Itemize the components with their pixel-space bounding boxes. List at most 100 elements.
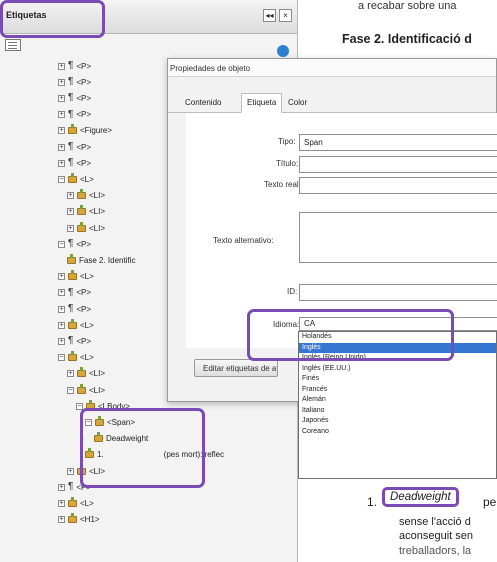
- highlight-idioma-field: [247, 309, 454, 361]
- tree-node[interactable]: − <L>: [58, 171, 94, 187]
- tree-node[interactable]: − <L>: [58, 350, 94, 366]
- language-option[interactable]: Japonés: [299, 416, 496, 427]
- expand-icon[interactable]: +: [58, 94, 65, 102]
- language-option[interactable]: Coreano: [299, 427, 496, 438]
- tab-etiqueta[interactable]: Etiqueta: [241, 93, 283, 113]
- highlighted-term: Deadweight: [382, 487, 459, 507]
- tree-node-label: <H1>: [80, 515, 100, 525]
- expand-icon[interactable]: +: [58, 62, 65, 70]
- titulo-input[interactable]: [299, 156, 497, 173]
- tag-icon: [77, 383, 86, 394]
- tree-node[interactable]: + <LI>: [67, 366, 105, 382]
- options-menu-icon[interactable]: [5, 39, 21, 51]
- tree-node[interactable]: + ¶ <P>: [58, 301, 91, 317]
- edit-attribute-tags-button[interactable]: Editar etiquetas de atributo...: [194, 359, 278, 377]
- paragraph-icon: ¶: [68, 92, 74, 104]
- expand-icon[interactable]: +: [67, 208, 74, 216]
- expand-icon[interactable]: +: [67, 224, 74, 232]
- expand-icon[interactable]: +: [58, 337, 65, 345]
- expand-icon[interactable]: +: [58, 321, 65, 329]
- tree-node[interactable]: + ¶ <P>: [58, 58, 91, 74]
- expand-icon[interactable]: +: [58, 516, 65, 524]
- tree-node[interactable]: − ¶ <P>: [58, 236, 91, 252]
- collapse-icon[interactable]: −: [58, 354, 65, 362]
- tree-node-label: <LI>: [89, 223, 106, 233]
- document-text-line: sense l'acció d: [399, 516, 471, 528]
- tag-icon: [77, 205, 86, 216]
- language-option[interactable]: Italiano: [299, 406, 496, 417]
- close-panel-button[interactable]: ×: [279, 9, 292, 22]
- tree-node[interactable]: + ¶ <P>: [58, 90, 91, 106]
- language-option[interactable]: Finés: [299, 374, 496, 385]
- tipo-select[interactable]: Span: [299, 134, 497, 151]
- tree-node-label: <P>: [76, 336, 92, 346]
- tree-node[interactable]: Fase 2. Identific: [67, 252, 135, 268]
- expand-icon[interactable]: +: [58, 111, 65, 119]
- tree-node-label: <P>: [76, 93, 92, 103]
- tag-icon: [68, 513, 77, 524]
- tree-node-label: <LI>: [89, 191, 106, 201]
- tree-node-label: <L>: [80, 353, 94, 363]
- tree-node[interactable]: + ¶ <P>: [58, 333, 91, 349]
- info-icon[interactable]: [277, 45, 289, 57]
- expand-icon[interactable]: +: [67, 192, 74, 200]
- tab-contenido[interactable]: Contenido: [180, 94, 226, 113]
- language-option[interactable]: Inglés (EE.UU.): [299, 364, 496, 375]
- collapse-icon[interactable]: −: [58, 240, 65, 248]
- tree-node[interactable]: + <L>: [58, 317, 94, 333]
- tag-icon: [68, 270, 77, 281]
- tab-color[interactable]: Color: [283, 94, 312, 113]
- document-text-line: pe: [483, 495, 497, 509]
- tree-node[interactable]: + ¶ <P>: [58, 155, 91, 171]
- tree-node[interactable]: + ¶ <P>: [58, 285, 91, 301]
- tag-icon: [77, 221, 86, 232]
- texto-alternativo-input[interactable]: [299, 212, 497, 263]
- expand-icon[interactable]: +: [58, 305, 65, 313]
- tabs-row: Contenido Etiqueta Color: [168, 87, 496, 113]
- texto-real-input[interactable]: [299, 177, 497, 194]
- tree-node[interactable]: + <Figure>: [58, 123, 112, 139]
- tree-node[interactable]: + ¶ <P>: [58, 107, 91, 123]
- tree-node-label: <P>: [76, 61, 92, 71]
- tree-node[interactable]: + <L>: [58, 269, 94, 285]
- tree-node[interactable]: + <LI>: [67, 204, 105, 220]
- collapse-icon[interactable]: −: [58, 175, 65, 183]
- document-text-line: a recabar sobre una: [358, 0, 457, 12]
- texto-real-label: Texto real:: [264, 180, 301, 189]
- expand-icon[interactable]: +: [67, 467, 74, 475]
- tree-node-label: <LI>: [89, 385, 106, 395]
- language-option[interactable]: Francés: [299, 385, 496, 396]
- tree-node-label: <L>: [80, 272, 94, 282]
- tag-icon: [67, 253, 76, 264]
- expand-icon[interactable]: +: [58, 159, 65, 167]
- tree-node[interactable]: + <LI>: [67, 220, 105, 236]
- expand-icon[interactable]: +: [67, 370, 74, 378]
- document-heading: Fase 2. Identificació d: [342, 32, 472, 46]
- tree-node-label: <L>: [80, 498, 94, 508]
- paragraph-icon: ¶: [68, 157, 74, 169]
- tree-node[interactable]: + <L>: [58, 495, 94, 511]
- tag-icon: [68, 351, 77, 362]
- dialog-titlebar[interactable]: Propiedades de objeto: [168, 59, 496, 77]
- expand-icon[interactable]: +: [58, 143, 65, 151]
- tree-node[interactable]: + ¶ <P>: [58, 74, 91, 90]
- tree-node-label: Fase 2. Identific: [79, 255, 136, 265]
- expand-icon[interactable]: +: [58, 273, 65, 281]
- collapse-panel-button[interactable]: ◂◂: [263, 9, 276, 22]
- texto-alternativo-label: Texto alternativo:: [213, 236, 274, 245]
- paragraph-icon: ¶: [68, 60, 74, 71]
- tree-node[interactable]: + <LI>: [67, 188, 105, 204]
- collapse-icon[interactable]: −: [67, 386, 74, 394]
- tree-node-label: <P>: [76, 239, 92, 249]
- id-input[interactable]: [299, 284, 497, 301]
- tree-node[interactable]: − <LI>: [67, 382, 105, 398]
- expand-icon[interactable]: +: [58, 289, 65, 297]
- tree-node[interactable]: + <H1>: [58, 512, 100, 528]
- expand-icon[interactable]: +: [58, 127, 65, 135]
- expand-icon[interactable]: +: [58, 78, 65, 86]
- language-option[interactable]: Alemán: [299, 395, 496, 406]
- tree-node-label: <P>: [76, 142, 92, 152]
- tree-node[interactable]: + ¶ <P>: [58, 139, 91, 155]
- expand-icon[interactable]: +: [58, 499, 65, 507]
- expand-icon[interactable]: +: [58, 483, 65, 491]
